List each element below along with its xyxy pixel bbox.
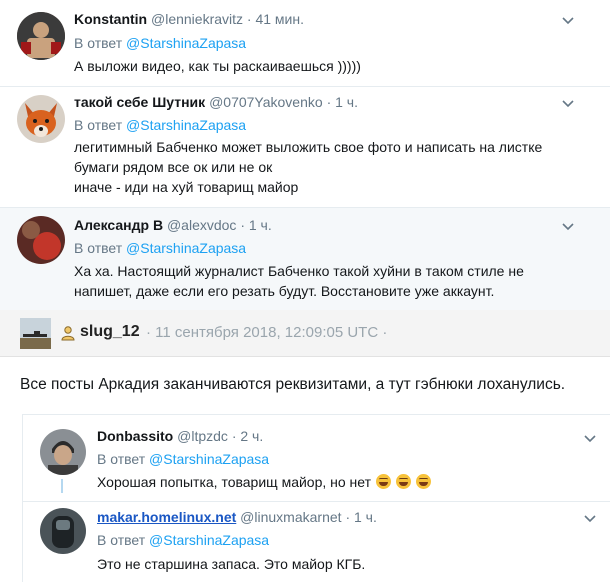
reply-context: В ответ @StarshinaZapasa [97, 450, 269, 468]
avatar-image [17, 12, 65, 60]
reply-context: В ответ @StarshinaZapasa [74, 34, 246, 52]
timestamp[interactable]: · 1 ч. [240, 217, 271, 233]
tweet-text-line: Хорошая попытка, товарищ майор, но нет [97, 474, 372, 490]
avatar[interactable] [17, 12, 65, 60]
tweet-header: Donbassito @ltpzdc · 2 ч. [97, 427, 263, 445]
chevron-down-icon[interactable] [561, 13, 575, 27]
reply-mention-link[interactable]: @StarshinaZapasa [126, 117, 246, 133]
user-handle[interactable]: @ltpzdc [177, 428, 228, 444]
reply-context: В ответ @StarshinaZapasa [74, 239, 246, 257]
chevron-down-icon[interactable] [561, 96, 575, 110]
timestamp[interactable]: · 1 ч. [345, 509, 376, 525]
avatar[interactable] [17, 95, 65, 143]
reply-mention-link[interactable]: @StarshinaZapasa [126, 240, 246, 256]
avatar[interactable] [17, 216, 65, 264]
tweet-text-line: Это не старшина запаса. Это майор КГБ. [97, 556, 366, 572]
tweet-text-line: бумаги рядом все ок или не ок [74, 159, 273, 175]
tweet-text-line: Ха ха. Настоящий журналист Бабченко тако… [74, 263, 524, 279]
tweet-header: makar.homelinux.net @linuxmakarnet · 1 ч… [97, 508, 377, 526]
reply-mention-link[interactable]: @StarshinaZapasa [149, 451, 269, 467]
avatar[interactable] [40, 429, 86, 475]
avatar-image [40, 429, 86, 475]
post-timestamp[interactable]: · 11 сентября 2018, 12:09:05 UTC · [146, 324, 387, 341]
tweet-text-line: напишет, даже если его резать будут. Вос… [74, 283, 495, 299]
avatar-image [17, 216, 65, 264]
tweet-text: Ха ха. Настоящий журналист Бабченко тако… [74, 261, 524, 301]
avatar[interactable] [40, 508, 86, 554]
reply-prefix: В ответ [97, 532, 146, 548]
display-name-link[interactable]: makar.homelinux.net [97, 509, 236, 525]
post-body: Все посты Аркадия заканчиваются реквизит… [20, 376, 566, 393]
tweet-text-line: А выложи видео, как ты раскаиваешься )))… [74, 58, 361, 74]
user-handle[interactable]: @linuxmakarnet [240, 509, 341, 525]
reply-tweet-makar: makar.homelinux.net @linuxmakarnet · 1 ч… [23, 502, 610, 581]
tweet-shutnik: такой себе Шутник @0707Yakovenko · 1 ч. … [0, 87, 610, 207]
tweet-text-line: иначе - иди на хуй товарищ майор [74, 179, 299, 195]
post-avatar[interactable] [20, 318, 51, 349]
fox-avatar-image [17, 95, 65, 143]
display-name[interactable]: Konstantin [74, 11, 147, 27]
reply-tweet-donbassito: Donbassito @ltpzdc · 2 ч. В ответ @Stars… [23, 415, 610, 501]
reply-prefix: В ответ [74, 117, 123, 133]
forum-post: slug_12 · 11 сентября 2018, 12:09:05 UTC… [0, 310, 610, 410]
user-icon [61, 326, 75, 341]
tweet-text: Хорошая попытка, товарищ майор, но нет [97, 472, 431, 492]
grinning-squinting-face-icon [415, 474, 431, 489]
tweet-aleksandr: Александр B @alexvdoc · 1 ч. В ответ @St… [0, 208, 610, 310]
tweet-text-line: легитимный Бабченко может выложить свое … [74, 139, 543, 155]
reply-mention-link[interactable]: @StarshinaZapasa [126, 35, 246, 51]
tweet-text: А выложи видео, как ты раскаиваешься )))… [74, 56, 361, 76]
reply-prefix: В ответ [74, 240, 123, 256]
post-username[interactable]: slug_12 [80, 323, 140, 341]
avatar-image [40, 508, 86, 554]
tweet-text: легитимный Бабченко может выложить свое … [74, 137, 542, 197]
display-name[interactable]: такой себе Шутник [74, 94, 205, 110]
user-handle[interactable]: @0707Yakovenko [209, 94, 323, 110]
tweet-header: такой себе Шутник @0707Yakovenko · 1 ч. [74, 93, 358, 111]
reply-context: В ответ @StarshinaZapasa [74, 116, 246, 134]
sniper-avatar-image [20, 318, 51, 349]
chevron-down-icon[interactable] [561, 219, 575, 233]
user-handle[interactable]: @alexvdoc [167, 217, 236, 233]
tweet-text: Это не старшина запаса. Это майор КГБ. [97, 554, 365, 574]
user-handle[interactable]: @lenniekravitz [151, 11, 243, 27]
reply-context: В ответ @StarshinaZapasa [97, 531, 269, 549]
reply-mention-link[interactable]: @StarshinaZapasa [149, 532, 269, 548]
reply-prefix: В ответ [97, 451, 146, 467]
thread-connector [61, 479, 63, 493]
display-name[interactable]: Александр B [74, 217, 163, 233]
chevron-down-icon[interactable] [583, 431, 597, 445]
tweet-header: Александр B @alexvdoc · 1 ч. [74, 216, 272, 234]
reply-prefix: В ответ [74, 35, 123, 51]
display-name[interactable]: Donbassito [97, 428, 173, 444]
post-header: slug_12 · 11 сентября 2018, 12:09:05 UTC… [0, 310, 610, 357]
chevron-down-icon[interactable] [583, 511, 597, 525]
timestamp[interactable]: · 1 ч. [327, 94, 358, 110]
grinning-squinting-face-icon [395, 474, 411, 489]
timestamp[interactable]: · 2 ч. [232, 428, 263, 444]
timestamp[interactable]: · 41 мин. [247, 11, 304, 27]
tweet-header: Konstantin @lenniekravitz · 41 мин. [74, 10, 304, 28]
tweet-konstantin: Konstantin @lenniekravitz · 41 мин. В от… [0, 0, 610, 86]
grinning-squinting-face-icon [375, 474, 391, 489]
